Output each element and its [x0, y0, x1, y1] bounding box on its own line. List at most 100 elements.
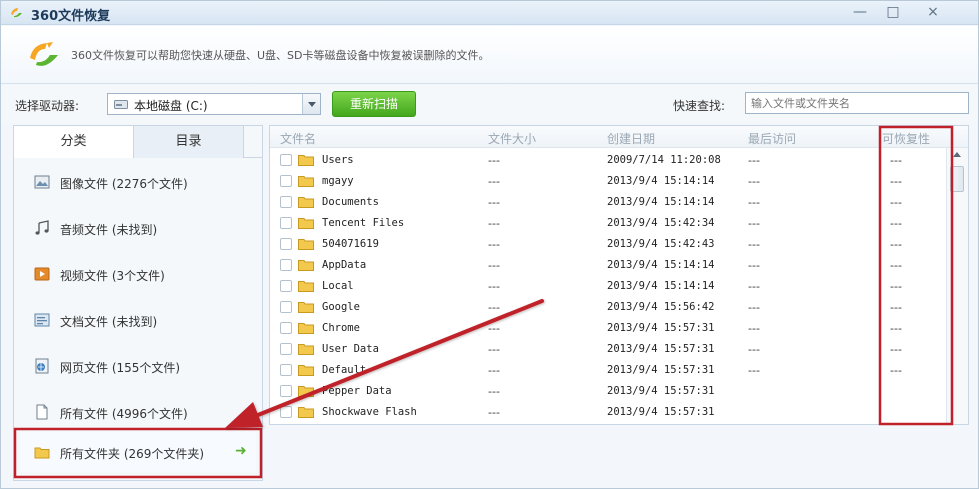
folder-icon [298, 260, 314, 271]
scroll-up-icon[interactable] [953, 152, 961, 157]
column-header-recoverability[interactable]: 可恢复性 [882, 130, 930, 147]
row-checkbox[interactable] [280, 175, 292, 187]
table-row[interactable]: 504071619 --- 2013/9/4 15:42:43 --- --- [270, 234, 945, 255]
folder-icon [298, 197, 314, 208]
table-row[interactable]: Chrome --- 2013/9/4 15:57:31 --- --- [270, 318, 945, 339]
sidebar-item-label: 所有文件夹 (269个文件夹) [60, 447, 205, 461]
created-date-cell: 2013/9/4 15:42:43 [607, 238, 715, 250]
arrow-right-icon: ➜ [235, 443, 247, 459]
file-size-cell: --- [488, 322, 500, 335]
table-row[interactable]: Users --- 2009/7/14 11:20:08 --- --- [270, 150, 945, 171]
minimize-button[interactable]: — [846, 3, 874, 21]
last-access-cell: --- [748, 217, 760, 230]
app-window: 360文件恢复 — □ × 360文件恢复可以帮助您快速从硬盘、U盘、SD卡等磁… [0, 0, 979, 489]
row-checkbox[interactable] [280, 238, 292, 250]
file-name-cell: User Data [322, 343, 379, 355]
created-date-cell: 2013/9/4 15:14:14 [607, 196, 715, 208]
folder-icon [298, 176, 314, 187]
row-checkbox[interactable] [280, 385, 292, 397]
row-checkbox[interactable] [280, 196, 292, 208]
file-size-cell: --- [488, 238, 500, 251]
scroll-thumb[interactable] [950, 166, 964, 192]
file-size-cell: --- [488, 175, 500, 188]
row-checkbox[interactable] [280, 280, 292, 292]
maximize-button[interactable]: □ [879, 3, 907, 21]
image-icon [34, 175, 50, 189]
table-row[interactable]: mgayy --- 2013/9/4 15:14:14 --- --- [270, 171, 945, 192]
recoverability-cell: --- [890, 322, 902, 335]
sidebar-item-all-files[interactable]: 所有文件 (4996个文件) [20, 392, 256, 432]
file-name-cell: Shockwave Flash [322, 406, 417, 418]
created-date-cell: 2013/9/4 15:14:14 [607, 280, 715, 292]
quick-search-label: 快速查找: [673, 99, 726, 113]
recoverability-cell: --- [890, 364, 902, 377]
table-row[interactable]: Shockwave Flash --- 2013/9/4 15:57:31 [270, 402, 945, 423]
file-size-cell: --- [488, 154, 500, 167]
file-name-cell: Google [322, 301, 360, 313]
recoverability-cell: --- [890, 217, 902, 230]
table-row[interactable]: Documents --- 2013/9/4 15:14:14 --- --- [270, 192, 945, 213]
close-button[interactable]: × [919, 3, 947, 21]
drive-select[interactable]: 本地磁盘 (C:) [107, 93, 321, 115]
row-checkbox[interactable] [280, 406, 292, 418]
row-checkbox[interactable] [280, 343, 292, 355]
app-logo-icon [11, 8, 22, 18]
sidebar-item-label: 文档文件 (未找到) [60, 315, 158, 329]
sidebar-item-webpage-files[interactable]: 网页文件 (155个文件) [20, 346, 256, 386]
last-access-cell: --- [748, 154, 760, 167]
row-checkbox[interactable] [280, 154, 292, 166]
info-banner: 360文件恢复可以帮助您快速从硬盘、U盘、SD卡等磁盘设备中恢复被误删除的文件。 [1, 26, 978, 84]
table-row[interactable]: Tencent Files --- 2013/9/4 15:42:34 --- --- [270, 213, 945, 234]
column-header-size[interactable]: 文件大小 [488, 130, 536, 147]
file-name-cell: Local [322, 280, 354, 292]
row-checkbox[interactable] [280, 217, 292, 229]
column-header-name[interactable]: 文件名 [280, 130, 316, 147]
scrollbar[interactable] [946, 148, 968, 424]
sidebar-item-document-files[interactable]: 文档文件 (未找到) [20, 300, 256, 340]
folder-icon [298, 386, 314, 397]
sidebar-item-all-folders[interactable]: 所有文件夹 (269个文件夹) ➜ [20, 432, 256, 472]
created-date-cell: 2013/9/4 15:14:14 [607, 175, 715, 187]
row-checkbox[interactable] [280, 364, 292, 376]
tab-category[interactable]: 分类 [14, 126, 134, 158]
music-icon [35, 220, 49, 235]
sidebar-item-audio-files[interactable]: 音频文件 (未找到) [20, 208, 256, 248]
column-header-accessed[interactable]: 最后访问 [748, 130, 796, 147]
rescan-button[interactable]: 重新扫描 [332, 91, 416, 117]
title-bar: 360文件恢复 — □ × [1, 1, 978, 25]
table-row[interactable]: Default --- 2013/9/4 15:57:31 --- --- [270, 360, 945, 381]
file-name-cell: Default [322, 364, 367, 376]
table-row[interactable]: AppData --- 2013/9/4 15:14:14 --- --- [270, 255, 945, 276]
created-date-cell: 2013/9/4 15:57:31 [607, 322, 715, 334]
recoverability-cell: --- [890, 238, 902, 251]
row-checkbox[interactable] [280, 301, 292, 313]
file-size-cell: --- [488, 196, 500, 209]
last-access-cell: --- [748, 343, 760, 356]
folder-icon [298, 323, 314, 334]
sidebar-item-image-files[interactable]: 图像文件 (2276个文件) [20, 162, 256, 202]
recoverability-cell: --- [890, 343, 902, 356]
sidebar-item-label: 视频文件 (3个文件) [60, 269, 165, 283]
table-row[interactable]: Pepper Data --- 2013/9/4 15:57:31 [270, 381, 945, 402]
file-name-cell: AppData [322, 259, 367, 271]
column-header-created[interactable]: 创建日期 [607, 130, 655, 147]
table-row[interactable]: User Data --- 2013/9/4 15:57:31 --- --- [270, 339, 945, 360]
last-access-cell: --- [748, 322, 760, 335]
row-checkbox[interactable] [280, 259, 292, 271]
recovery-logo-icon [30, 42, 58, 66]
sidebar: 分类 目录 图像文件 (2276个文件) 音频文件 (未找到) 视频文件 (3个… [13, 125, 263, 481]
recoverability-cell: --- [890, 175, 902, 188]
sidebar-item-video-files[interactable]: 视频文件 (3个文件) [20, 254, 256, 294]
created-date-cell: 2013/9/4 15:57:31 [607, 406, 715, 418]
tab-directory[interactable]: 目录 [134, 126, 244, 158]
table-row[interactable]: Google --- 2013/9/4 15:56:42 --- --- [270, 297, 945, 318]
last-access-cell: --- [748, 175, 760, 188]
chevron-down-icon[interactable] [302, 94, 320, 114]
sidebar-item-label: 所有文件 (4996个文件) [60, 407, 188, 421]
quick-search-input[interactable] [745, 92, 969, 114]
row-checkbox[interactable] [280, 322, 292, 334]
table-row[interactable]: Local --- 2013/9/4 15:14:14 --- --- [270, 276, 945, 297]
folder-icon [298, 407, 314, 418]
file-size-cell: --- [488, 301, 500, 314]
last-access-cell: --- [748, 238, 760, 251]
